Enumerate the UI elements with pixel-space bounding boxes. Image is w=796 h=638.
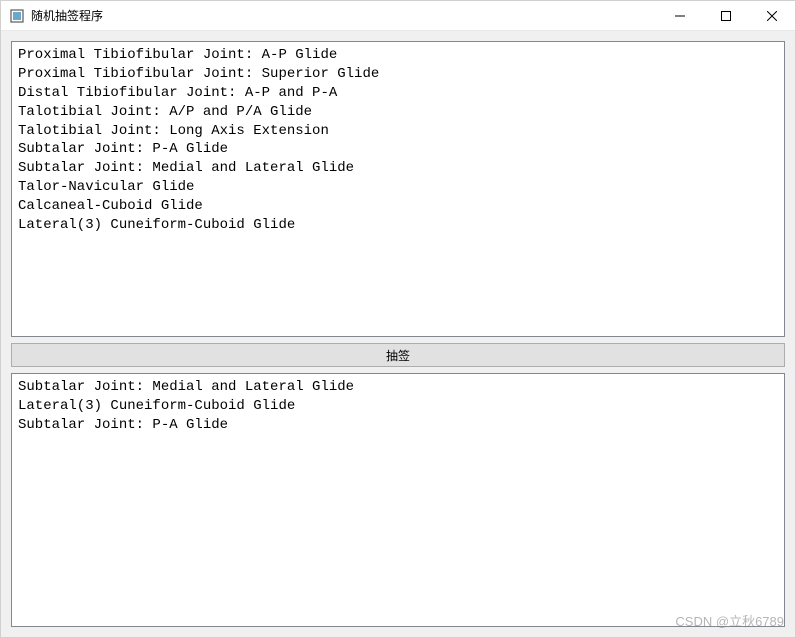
close-button[interactable]: [749, 1, 795, 30]
titlebar: 随机抽签程序: [1, 1, 795, 31]
minimize-button[interactable]: [657, 1, 703, 30]
source-list-panel[interactable]: Proximal Tibiofibular Joint: A-P Glide P…: [11, 41, 785, 337]
maximize-button[interactable]: [703, 1, 749, 30]
content-area: Proximal Tibiofibular Joint: A-P Glide P…: [1, 31, 795, 637]
result-list-panel[interactable]: Subtalar Joint: Medial and Lateral Glide…: [11, 373, 785, 627]
window-controls: [657, 1, 795, 30]
draw-button[interactable]: 抽签: [11, 343, 785, 367]
app-icon: [9, 8, 25, 24]
window-title: 随机抽签程序: [31, 7, 657, 24]
app-window: 随机抽签程序 Proximal Tibiofibular Joint: A-P …: [0, 0, 796, 638]
